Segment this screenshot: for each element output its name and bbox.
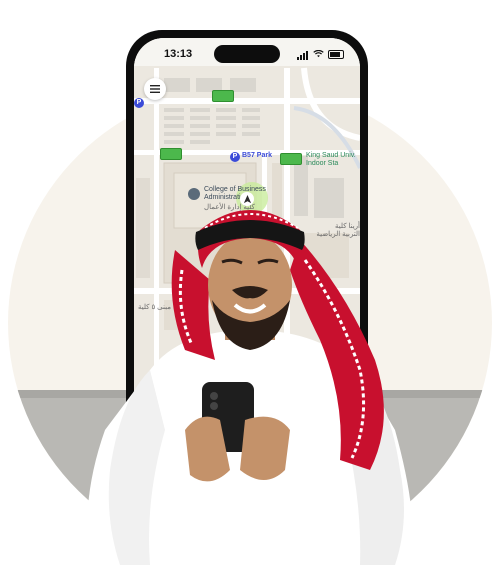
person-holding-phone [87,210,413,565]
